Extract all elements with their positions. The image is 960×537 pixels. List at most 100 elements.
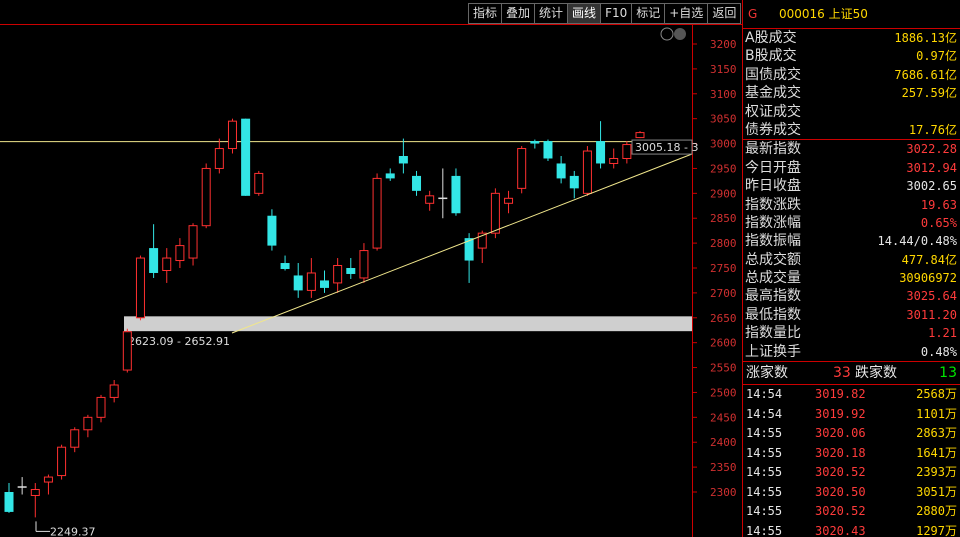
candle-body [504,197,514,204]
toolbar-button-4[interactable]: F10 [600,3,633,24]
y-tick-label: 2850 [710,212,737,225]
candle [135,255,145,321]
candle [254,170,264,196]
candle [425,190,435,211]
candle [320,270,329,293]
down-count-label: 跌家数 [855,365,897,382]
candle [201,163,211,229]
turnover-row: B股成交 0.97亿 [743,47,960,65]
tick-row: 14:55 3020.06 2863万 [743,424,960,444]
tick-volume: 2568万 [916,387,957,402]
candle-body [162,257,172,271]
turnover-label: 基金成交 [745,85,801,102]
candle [438,168,448,219]
y-tick-label: 2450 [710,411,737,424]
turnover-label: B股成交 [745,48,797,65]
toolbar-button-2[interactable]: 统计 [534,3,569,24]
quote-value: 1.21 [928,326,957,341]
quote-panel: G 000016 上证50 A股成交 1886.13亿 B股成交 0.97亿 国债成交 7… [742,0,960,537]
quote-value: 477.84亿 [901,252,957,267]
market-flag: G [748,7,758,21]
tick-price: 3019.82 [815,387,866,402]
candle-body [372,177,382,249]
candle [241,118,251,196]
candle [70,427,80,453]
candle-body [241,118,251,196]
turnover-value: 0.97亿 [916,49,957,64]
candle [556,156,566,184]
candle [412,170,422,196]
diamond-icon [660,27,674,41]
candle-body [451,175,461,214]
toolbar-button-6[interactable]: +自选 [664,3,709,24]
kline-chart-svg[interactable]: 2300 2350 2400 2450 2500 2550 2600 2650 2700 2750… [0,0,742,537]
turnover-row: 权证成交 [743,103,960,121]
quote-value: 0.65% [920,215,957,230]
tick-price: 3020.06 [815,426,866,441]
tick-row: 14:55 3020.50 3051万 [743,483,960,503]
quote-label: 总成交额 [745,251,801,268]
candle-body [412,175,422,191]
support-zone [124,316,692,332]
quote-value: 3022.28 [906,142,957,157]
candle-body [280,263,290,269]
tick-price: 3020.52 [815,504,866,519]
candle [359,243,369,283]
y-tick-label: 2950 [710,162,737,175]
quote-row: 指数涨跌 19.63 [743,196,960,214]
candle [530,139,540,149]
candle [596,121,606,169]
y-tick-label: 3100 [710,88,737,101]
tick-list[interactable]: 14:54 3019.82 2568万 14:54 3019.92 1101万 14:55 3… [743,385,960,537]
candle [451,168,461,216]
candle-body [267,215,277,246]
candle-body [122,331,132,371]
candle-body [425,195,435,204]
tick-volume: 2880万 [916,504,957,519]
quote-label: 最新指数 [745,141,801,158]
kline-chart[interactable]: 2300 2350 2400 2450 2500 2550 2600 2650 2700 2750… [0,0,742,537]
turnover-row: 基金成交 257.59亿 [743,84,960,102]
candle-body [359,250,369,279]
toolbar-button-0[interactable]: 指标 [468,3,503,24]
candle-body [30,489,40,496]
candle-body [254,172,264,194]
toolbar-button-3[interactable]: 画线 [567,3,602,24]
candle [175,238,185,268]
candle [280,255,290,271]
candle [306,258,316,298]
candle [162,248,172,283]
y-tick-label: 2650 [710,312,737,325]
candle-body [398,156,408,164]
quote-row: 昨日收盘 3002.65 [743,177,960,195]
candle-body [188,225,198,259]
quote-value: 3012.94 [906,160,957,175]
quote-value: 3025.64 [906,289,957,304]
candle-body [543,141,553,159]
toolbar-button-5[interactable]: 标记 [631,3,666,24]
candle-body [517,148,527,189]
tick-time: 14:55 [746,504,783,519]
candle-body [96,396,106,418]
turnover-label: A股成交 [745,30,797,46]
quote-label: 指数涨跌 [745,196,801,213]
candle-body [214,148,224,169]
toolbar-button-1[interactable]: 叠加 [501,3,536,24]
support-zone-label: 2623.09 - 2652.91 [128,335,230,348]
tick-price: 3020.43 [815,523,866,537]
tick-price: 3020.52 [815,465,866,480]
quote-label: 今日开盘 [745,159,801,176]
turnover-value: 17.76亿 [908,122,957,137]
quote-row: 最低指数 3011.20 [743,306,960,324]
candle-body [43,476,53,483]
quote-label: 指数量比 [745,325,801,342]
turnover-value: 7686.61亿 [894,67,957,82]
candle [188,223,198,266]
quote-row: 指数振幅 14.44/0.48% [743,232,960,250]
y-tick-label: 2800 [710,237,737,250]
quote-label: 指数振幅 [745,233,801,250]
quote-row: 指数量比 1.21 [743,324,960,342]
candle [57,444,67,480]
toolbar-button-7[interactable]: 返回 [707,3,742,24]
candle-body [175,245,185,262]
